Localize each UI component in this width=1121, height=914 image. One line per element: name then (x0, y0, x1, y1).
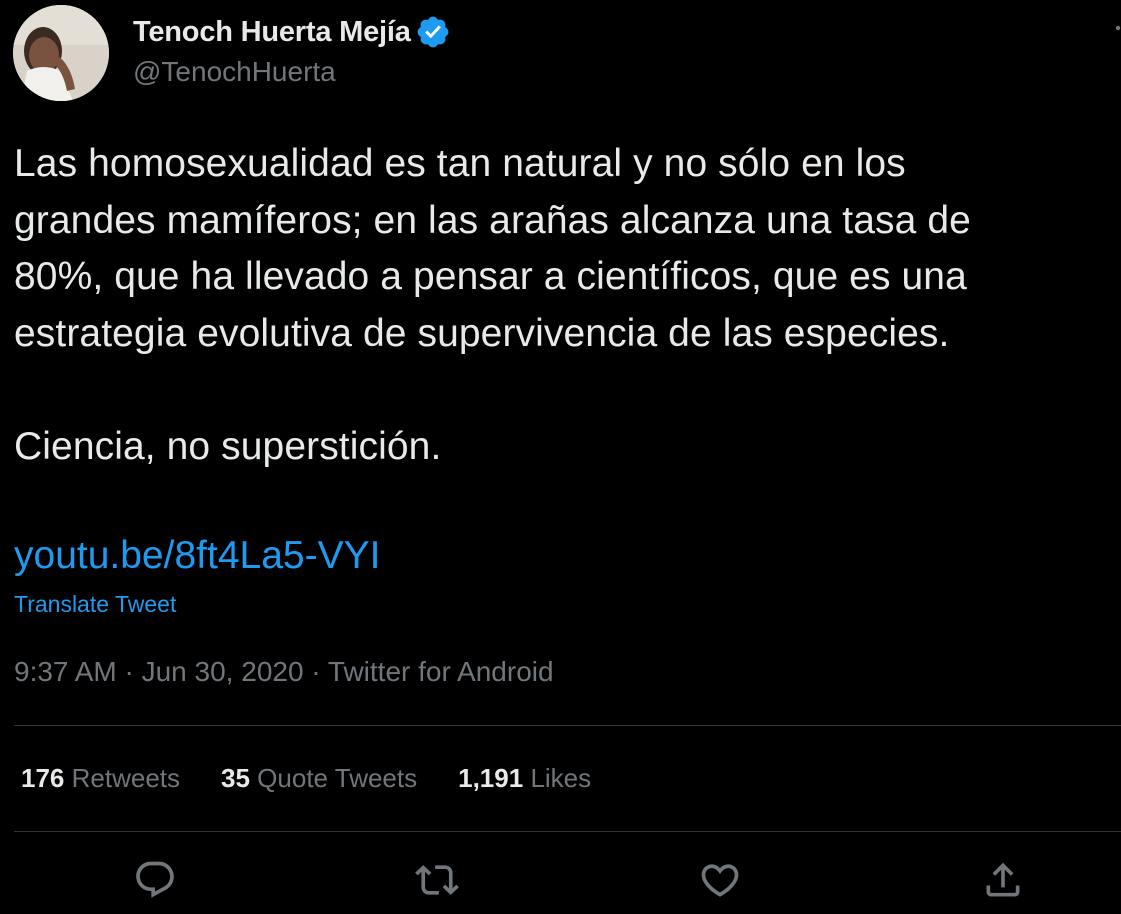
author-name-text[interactable]: Tenoch Huerta Mejía (133, 16, 411, 49)
tweet-text-line: estrategia evolutiva de supervivencia de… (14, 311, 950, 355)
tweet-text-line: Las homosexualidad es tan natural y no s… (14, 142, 906, 185)
tweet-text-line: 80%, que ha llevado a pensar a científic… (14, 255, 967, 298)
author-handle[interactable]: @TenochHuerta (133, 56, 336, 88)
divider (14, 725, 1121, 726)
translate-tweet-link[interactable]: Translate Tweet (14, 591, 176, 618)
quote-tweets-label: Quote Tweets (257, 763, 418, 793)
retweets-count: 176 (21, 763, 65, 793)
tweet-timestamp-source[interactable]: 9:37 AM · Jun 30, 2020 · Twitter for And… (14, 656, 554, 688)
like-icon[interactable] (698, 858, 742, 902)
verified-badge-icon (415, 14, 451, 50)
tweet-text-line: grandes mamíferos; en las arañas alcanza… (14, 198, 971, 242)
avatar[interactable] (13, 5, 109, 101)
more-icon[interactable] (1108, 18, 1121, 38)
likes-label: Likes (530, 763, 592, 793)
retweets-label: Retweets (71, 763, 181, 793)
quote-tweets-stat[interactable]: 35 Quote Tweets (221, 763, 417, 794)
tweet-text-line: Ciencia, no superstición. (14, 424, 442, 468)
likes-stat[interactable]: 1,191 Likes (458, 763, 591, 794)
tweet-link[interactable]: youtu.be/8ft4La5-VYI (14, 528, 380, 584)
quote-tweets-count: 35 (221, 763, 250, 793)
tweet-text: Las homosexualidad es tan natural y no s… (14, 136, 1121, 475)
reply-icon[interactable] (133, 858, 177, 902)
author-name[interactable]: Tenoch Huerta Mejía (133, 14, 451, 50)
likes-count: 1,191 (458, 763, 524, 793)
divider (14, 831, 1121, 832)
tweet: Tenoch Huerta Mejía @TenochHuerta Las ho… (0, 0, 1121, 914)
retweets-stat[interactable]: 176 Retweets (21, 763, 180, 794)
share-icon[interactable] (981, 858, 1025, 902)
retweet-icon[interactable] (415, 858, 459, 902)
tweet-stats: 176 Retweets 35 Quote Tweets 1,191 Likes (21, 763, 632, 794)
